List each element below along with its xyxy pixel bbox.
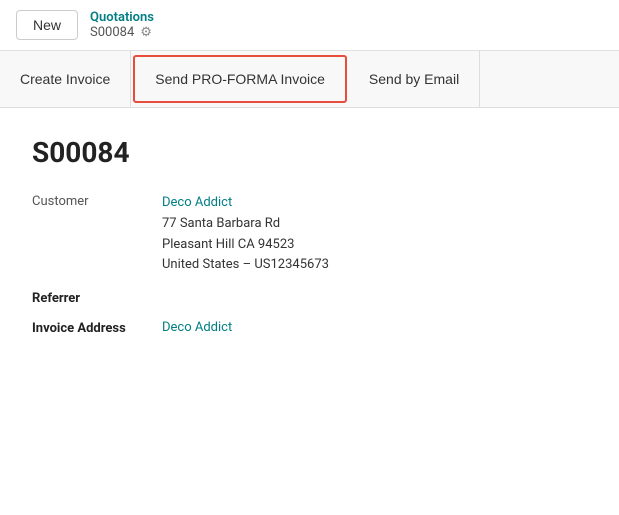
customer-name[interactable]: Deco Addict: [162, 193, 329, 214]
new-button[interactable]: New: [16, 10, 78, 40]
breadcrumb-sub: S00084 ⚙: [90, 25, 154, 40]
invoice-address-value[interactable]: Deco Addict: [162, 320, 587, 335]
breadcrumb-title[interactable]: Quotations: [90, 10, 154, 25]
address-line-3: United States – US12345673: [162, 255, 329, 276]
referrer-row: Referrer: [32, 290, 587, 306]
create-invoice-button[interactable]: Create Invoice: [0, 51, 131, 107]
action-bar: Create Invoice Send PRO-FORMA Invoice Se…: [0, 51, 619, 108]
breadcrumb: Quotations S00084 ⚙: [90, 10, 154, 40]
main-content: S00084 Customer Deco Addict 77 Santa Bar…: [0, 108, 619, 370]
send-email-button[interactable]: Send by Email: [349, 51, 480, 107]
customer-address-block: Deco Addict 77 Santa Barbara Rd Pleasant…: [162, 193, 329, 276]
invoice-address-row: Invoice Address Deco Addict: [32, 320, 587, 336]
gear-icon[interactable]: ⚙: [140, 25, 152, 40]
record-id: S00084: [32, 136, 587, 169]
send-proforma-button[interactable]: Send PRO-FORMA Invoice: [133, 55, 347, 103]
customer-row: Customer Deco Addict 77 Santa Barbara Rd…: [32, 193, 587, 276]
record-id-breadcrumb: S00084: [90, 25, 134, 40]
customer-label: Customer: [32, 193, 162, 209]
address-line-1: 77 Santa Barbara Rd: [162, 214, 329, 235]
header: New Quotations S00084 ⚙: [0, 0, 619, 51]
address-line-2: Pleasant Hill CA 94523: [162, 235, 329, 256]
referrer-label: Referrer: [32, 290, 162, 306]
invoice-address-label: Invoice Address: [32, 320, 162, 336]
